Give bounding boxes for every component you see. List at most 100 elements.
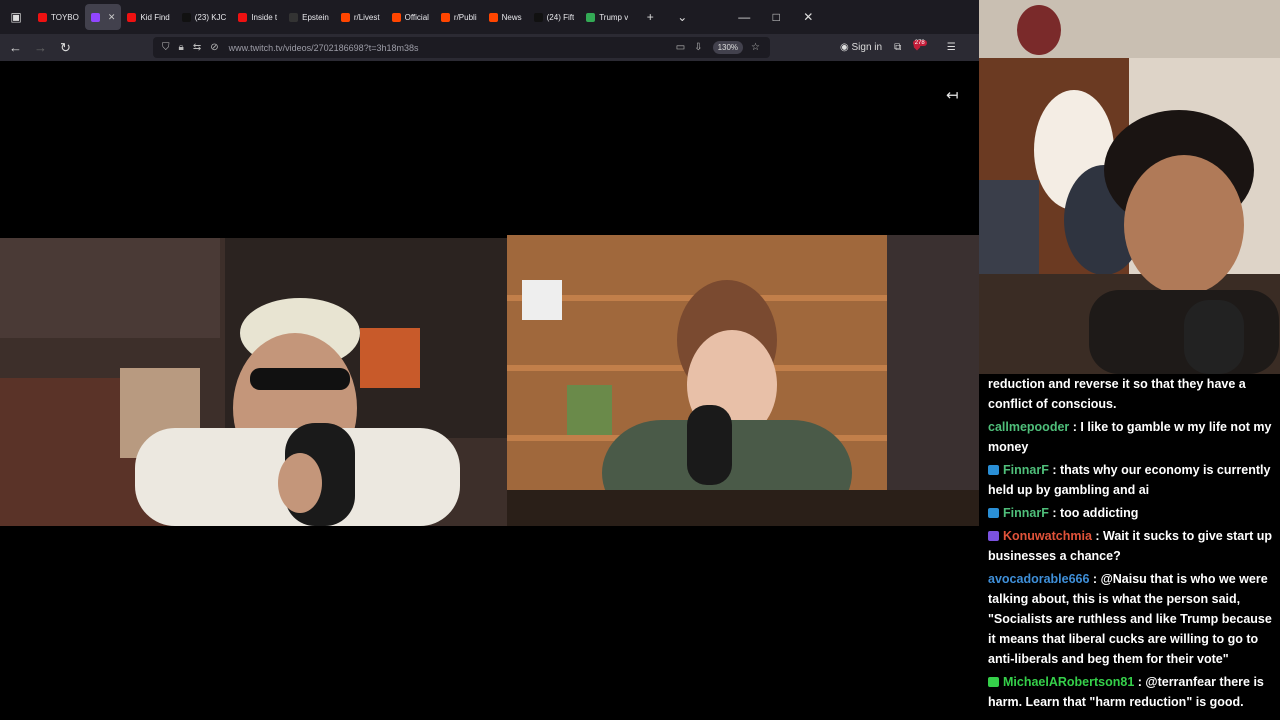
tab-manager-icon[interactable]: ▣ (0, 10, 32, 24)
ublock-icon[interactable]: ⛊278 (912, 40, 935, 53)
browser-tab[interactable]: r/Livest (335, 4, 386, 30)
chat-username[interactable]: Konuwatchmia (1003, 529, 1092, 543)
chat-badge-icon (988, 531, 999, 541)
tab-favicon-icon (90, 12, 100, 22)
tab-favicon-icon (391, 12, 401, 22)
back-button[interactable]: ← (3, 40, 28, 55)
screen: ▣ TOYBO ✕ Kid Find (23) KJC Inside t Epstein r… (0, 0, 1280, 720)
reload-button[interactable]: ↻ (53, 40, 78, 56)
tab-favicon-icon (440, 12, 450, 22)
tab-title: r/Livest (353, 12, 380, 22)
tab-list-chevron-icon[interactable]: ⌄ (666, 10, 698, 24)
video-pane-right[interactable] (507, 235, 979, 526)
tab-title: r/Publi (453, 12, 477, 22)
tab-title: Trump v (599, 12, 629, 22)
chat-message: avocadorable666 : @Naisu that is who we … (988, 569, 1277, 669)
browser-tab[interactable]: Inside t (232, 4, 283, 30)
chat-text: @Naisu that is who we were talking about… (988, 572, 1272, 666)
tab-favicon-icon (127, 12, 137, 22)
tab-title: (23) KJC (194, 12, 227, 22)
close-window-button[interactable]: ✕ (792, 10, 824, 24)
zoom-level[interactable]: 130% (712, 41, 744, 54)
tab-favicon-icon (488, 12, 498, 22)
shield-icon[interactable]: ⛉ (162, 42, 170, 53)
url-text[interactable]: www.twitch.tv/videos/2702186698?t=3h18m3… (229, 43, 667, 53)
chat-username[interactable]: FinnarF (1003, 506, 1049, 520)
streamer-room-left-image (0, 238, 507, 526)
video-pane-left[interactable] (0, 238, 507, 526)
chat-panel: reduction and reverse it so that they ha… (979, 374, 1280, 720)
maximize-button[interactable]: □ (760, 10, 792, 24)
tab-favicon-icon (289, 12, 299, 22)
chat-message: reduction and reverse it so that they ha… (988, 374, 1277, 414)
address-bar[interactable]: ⛉ 🔒︎ ⇆ ⊘ www.twitch.tv/videos/2702186698… (153, 37, 770, 58)
forward-button[interactable]: → (28, 40, 53, 55)
chat-message: FinnarF : thats why our economy is curre… (988, 460, 1277, 500)
minimize-button[interactable]: — (728, 10, 760, 24)
menu-icon[interactable]: ☰ (947, 42, 956, 53)
chat-message: callmepooder : I like to gamble w my lif… (988, 417, 1277, 457)
ublock-badge-count: 278 (912, 40, 927, 46)
chat-username[interactable]: callmepooder (988, 420, 1069, 434)
tab-favicon-icon (533, 12, 543, 22)
bookmark-star-icon[interactable]: ☆ (751, 42, 760, 53)
chat-separator: : (1089, 572, 1101, 586)
tab-favicon-icon (586, 12, 596, 22)
chat-username[interactable]: avocadorable666 (988, 572, 1089, 586)
chat-username[interactable]: FinnarF (1003, 463, 1049, 477)
close-tab-icon[interactable]: ✕ (108, 12, 116, 23)
new-tab-button[interactable]: + (634, 10, 666, 24)
tab-favicon-icon (181, 12, 191, 22)
chat-text: too addicting (1059, 506, 1139, 520)
sign-in-button[interactable]: ◉ Sign in (840, 42, 882, 53)
browser-tab[interactable]: News (483, 4, 528, 30)
chat-separator: : (1048, 463, 1060, 477)
chat-separator: : (1048, 506, 1060, 520)
browser-tab[interactable]: (23) KJC (176, 4, 233, 30)
permissions-icon[interactable]: ⇆ (193, 42, 201, 53)
browser-tab[interactable]: ✕ (84, 4, 122, 30)
chat-separator: : (1091, 529, 1104, 543)
collapse-chat-icon[interactable]: ↤ (946, 86, 959, 104)
lock-icon[interactable]: 🔒︎ (179, 42, 184, 53)
browser-tab[interactable]: Trump v (580, 4, 634, 30)
streamer-webcam (979, 0, 1280, 374)
chat-badge-icon (988, 465, 999, 475)
browser-tab[interactable]: (24) Fift (528, 4, 581, 30)
chat-text: reduction and reverse it so that they ha… (988, 377, 1246, 411)
tab-title: Official (404, 12, 429, 22)
extensions-icon[interactable]: ⧉ (894, 42, 901, 53)
chat-badge-icon (988, 508, 999, 518)
chat-separator: : (1134, 675, 1146, 689)
webcam-image (979, 0, 1280, 374)
browser-tab[interactable]: Kid Find (121, 4, 175, 30)
tab-favicon-icon (38, 12, 47, 22)
tab-favicon-icon (238, 12, 248, 22)
toolbar-right: ◉ Sign in ⧉ ⛊278 ☰ (840, 34, 956, 61)
chat-message: MichaelARobertson81 : @terranfear there … (988, 672, 1277, 712)
browser-tab[interactable]: TOYBO (32, 4, 85, 30)
tab-title: TOYBO (51, 12, 79, 22)
save-page-icon[interactable]: ⇩ (694, 42, 702, 53)
tab-title: (24) Fift (546, 12, 575, 22)
sign-in-label: Sign in (851, 42, 883, 53)
tab-title: Inside t (251, 12, 278, 22)
chat-message: FinnarF : too addicting (988, 503, 1277, 523)
tab-title: Epstein (302, 12, 329, 22)
chat-badge-icon (988, 677, 999, 687)
browser-window: ▣ TOYBO ✕ Kid Find (23) KJC Inside t Epstein r… (0, 0, 979, 720)
tab-bar: ▣ TOYBO ✕ Kid Find (23) KJC Inside t Epstein r… (0, 0, 979, 34)
browser-tab[interactable]: Official (386, 4, 435, 30)
browser-tab[interactable]: r/Publi (435, 4, 483, 30)
chat-username[interactable]: MichaelARobertson81 (1003, 675, 1134, 689)
tab-strip: TOYBO ✕ Kid Find (23) KJC Inside t Epstein r/L… (32, 4, 634, 30)
chat-message: Konuwatchmia : Wait it sucks to give sta… (988, 526, 1277, 566)
tracking-off-icon[interactable]: ⊘ (210, 42, 218, 53)
tab-favicon-icon (340, 12, 350, 22)
browser-tab[interactable]: Epstein (283, 4, 335, 30)
tab-title: Kid Find (140, 12, 170, 22)
streamer-room-right-image (507, 235, 979, 526)
picture-in-picture-icon[interactable]: ▭ (676, 42, 685, 53)
chat-separator: : (1069, 420, 1081, 434)
tab-title: News (501, 12, 522, 22)
